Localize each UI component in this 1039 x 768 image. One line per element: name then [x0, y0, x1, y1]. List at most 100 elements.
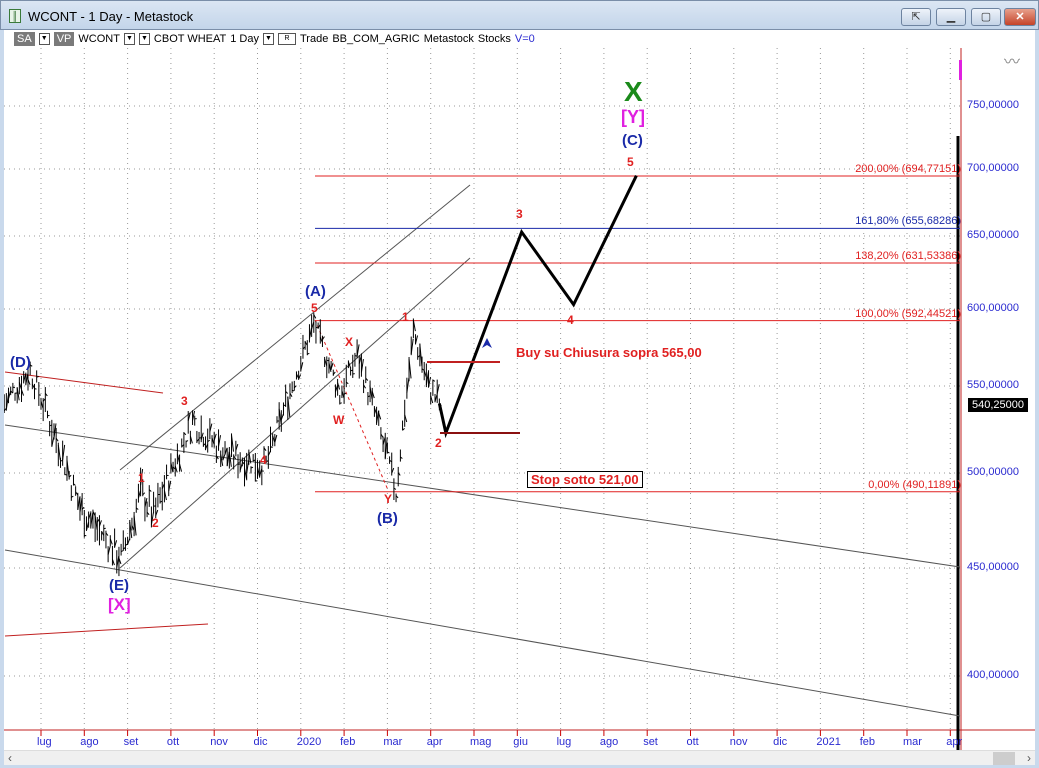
- minimize-button[interactable]: ▁: [936, 8, 966, 26]
- wave-label-4: 4: [260, 453, 267, 467]
- last-price-tag: 540,25000: [968, 398, 1028, 412]
- x-tick-label: dic: [773, 736, 788, 748]
- x-tick-label: feb: [859, 736, 875, 748]
- x-tick-label: ago: [599, 736, 619, 748]
- trend-line-lower: [4, 549, 961, 717]
- wave-label-X-big: X: [624, 76, 643, 107]
- x-tick-label: apr: [946, 736, 963, 748]
- security-name: CBOT WHEAT: [153, 33, 227, 45]
- mode-label: Trade: [300, 33, 329, 45]
- x-tick-label: ott: [166, 736, 180, 748]
- scroll-right-icon[interactable]: ›: [1027, 751, 1031, 765]
- y-axis-marker: [959, 60, 962, 80]
- proj-label-4: 4: [567, 313, 574, 327]
- price-bar-tick: [36, 376, 39, 378]
- price-chart[interactable]: (D) (E) [X] (A) (B) (C) [Y] X 1 2 3 4 5 …: [4, 48, 1035, 750]
- chart-toolbar: SA ▼ VP WCONT ▼ ▼ CBOT WHEAT 1 Day ▼ R T…: [4, 30, 1035, 48]
- chart-navigate-icon[interactable]: 〰: [1004, 48, 1020, 72]
- red-line-bottom: [4, 623, 209, 637]
- y-tick-label: 450,00000: [967, 561, 1019, 573]
- x-tick-label: ago: [80, 736, 99, 748]
- fib-level-label: 200,00% (694,77151): [855, 163, 961, 175]
- wave-label-A: (A): [305, 283, 326, 300]
- wave-label-B: (B): [377, 510, 398, 527]
- y-tick-label: 650,00000: [967, 229, 1019, 241]
- price-bar-tick: [339, 402, 342, 404]
- x-tick-label: mar: [383, 736, 403, 748]
- fib-level-label: 161,80% (655,68286): [855, 215, 961, 228]
- wave-label-2: 2: [152, 516, 159, 530]
- window-titlebar: ║ WCONT - 1 Day - Metastock ⇱ ▁ ▢ ✕: [0, 0, 1039, 30]
- vp-button[interactable]: VP: [53, 32, 75, 46]
- price-bar-tick: [103, 527, 106, 530]
- y-tick-label: 400,00000: [967, 669, 1019, 681]
- x-tick-label: 2020: [296, 736, 322, 748]
- fib-level-label: 138,20% (631,53386): [855, 249, 961, 262]
- sa-dropdown[interactable]: ▼: [38, 33, 50, 45]
- type-label: Stocks: [477, 33, 511, 45]
- wave-label-5: 5: [311, 301, 318, 315]
- wave-label-W: W: [333, 413, 345, 427]
- undock-button[interactable]: ⇱: [901, 8, 931, 26]
- horizontal-scrollbar[interactable]: ‹ ›: [4, 750, 1035, 765]
- wave-label-1: 1: [138, 471, 145, 485]
- chart-type-dropdown[interactable]: ▼: [138, 33, 150, 45]
- wave-label-r1: 1: [402, 310, 409, 324]
- period-dropdown[interactable]: ▼: [263, 33, 274, 45]
- wave-label-Y: Y: [384, 492, 393, 506]
- stop-note: Stop sotto 521,00: [527, 471, 643, 488]
- symbol-label[interactable]: WCONT: [78, 33, 120, 45]
- chart-app-icon: ║: [9, 9, 21, 23]
- x-tick-label: feb: [340, 736, 356, 748]
- price-bar-tick: [12, 386, 16, 389]
- scroll-thumb[interactable]: [993, 752, 1015, 765]
- wave-label-Y-bracket: [Y]: [621, 107, 645, 127]
- x-tick-label: lug: [556, 736, 572, 748]
- fib-level-label: 100,00% (592,44521): [855, 307, 961, 320]
- x-tick-label: dic: [253, 736, 268, 748]
- y-tick-label: 600,00000: [967, 302, 1019, 314]
- price-bar-tick: [34, 388, 37, 390]
- r-dropdown[interactable]: R: [278, 33, 296, 45]
- proj-label-3: 3: [516, 207, 523, 221]
- x-tick-label: mag: [470, 736, 492, 748]
- scroll-left-icon[interactable]: ‹: [8, 751, 12, 765]
- proj-label-5: 5: [627, 155, 634, 169]
- wave-label-E: (E): [109, 577, 129, 594]
- proj-label-2: 2: [435, 436, 442, 450]
- x-tick-label: apr: [426, 736, 443, 748]
- source-label: Metastock: [423, 33, 474, 45]
- x-tick-label: mar: [903, 736, 922, 748]
- x-tick-label: lug: [37, 736, 52, 748]
- window-title: WCONT - 1 Day - Metastock: [28, 9, 194, 24]
- y-tick-label: 550,00000: [967, 379, 1019, 391]
- volume-label: V=0: [514, 33, 535, 45]
- wave-label-X-bracket: [X]: [108, 595, 131, 614]
- channel-lower-line: [119, 257, 471, 569]
- trend-line-upper: [4, 424, 961, 568]
- sa-button[interactable]: SA: [14, 32, 35, 46]
- chart-canvas[interactable]: [4, 48, 1035, 750]
- buy-note: Buy su Chiusura sopra 565,00: [516, 345, 702, 360]
- x-tick-label: nov: [729, 736, 748, 748]
- x-tick-label: ott: [686, 736, 699, 748]
- x-tick-label: set: [123, 736, 139, 748]
- maximize-button[interactable]: ▢: [971, 8, 1001, 26]
- wave-label-C: (C): [622, 132, 643, 149]
- wave-label-D: (D): [10, 354, 31, 371]
- wave-label-3: 3: [181, 394, 188, 408]
- x-tick-label: 2021: [816, 736, 841, 748]
- x-tick-label: nov: [210, 736, 228, 748]
- wave-label-X: X: [345, 335, 354, 349]
- period-label[interactable]: 1 Day: [230, 33, 259, 45]
- channel-upper-line: [119, 184, 471, 471]
- list-label: BB_COM_AGRIC: [332, 33, 420, 45]
- x-tick-label: giu: [513, 736, 528, 748]
- x-tick-label: set: [643, 736, 658, 748]
- y-tick-label: 700,00000: [967, 162, 1019, 174]
- projection-path: [437, 175, 638, 439]
- y-tick-label: 750,00000: [967, 99, 1019, 111]
- symbol-dropdown[interactable]: ▼: [123, 33, 135, 45]
- close-button[interactable]: ✕: [1004, 8, 1036, 26]
- buy-arrow-icon: [482, 338, 492, 348]
